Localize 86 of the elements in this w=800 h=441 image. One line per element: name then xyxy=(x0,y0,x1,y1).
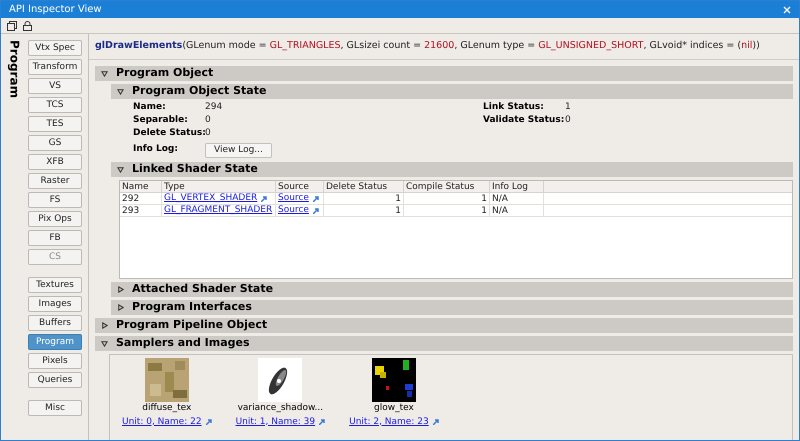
sidebar-button[interactable]: FB xyxy=(28,230,82,246)
sidebar-button[interactable]: FS xyxy=(28,192,82,208)
field-value: 0 xyxy=(565,114,571,128)
section-title: Program Object State xyxy=(132,83,266,100)
collapse-icon[interactable] xyxy=(101,70,108,77)
section-header[interactable]: Attached Shader State xyxy=(111,282,793,297)
texture-link[interactable]: Unit: 2, Name: 23 xyxy=(349,416,429,429)
texture-link[interactable]: Unit: 1, Name: 39 xyxy=(236,416,316,429)
field-label: Separable: xyxy=(133,114,189,128)
sidebar-button[interactable]: Vtx Spec xyxy=(28,40,82,56)
field-value: 0 xyxy=(205,127,211,140)
sidebar-button[interactable]: Queries xyxy=(28,372,82,388)
link-arrow-icon[interactable] xyxy=(206,419,212,426)
sidebar-heading: Program xyxy=(6,40,22,98)
collapse-icon[interactable] xyxy=(117,166,124,173)
column-header[interactable]: Type xyxy=(162,181,276,192)
section-title: Linked Shader State xyxy=(132,161,258,178)
link-arrow-icon[interactable] xyxy=(312,208,319,214)
sidebar-button[interactable]: Pixels xyxy=(28,353,82,369)
collapse-icon[interactable] xyxy=(117,88,124,95)
collapse-icon[interactable] xyxy=(101,340,108,347)
close-icon[interactable] xyxy=(783,6,791,14)
section-header[interactable]: Program Object xyxy=(95,66,793,81)
column-header[interactable]: Info Log xyxy=(490,181,544,192)
expand-icon[interactable] xyxy=(117,286,124,293)
texture-name: glow_tex xyxy=(374,402,414,415)
sidebar-button[interactable]: TCS xyxy=(28,97,82,113)
section-header[interactable]: Program Object State xyxy=(111,84,793,99)
link-arrow-icon[interactable] xyxy=(312,196,319,202)
sidebar-button[interactable]: Raster xyxy=(28,173,82,189)
texture-name: variance_shadow... xyxy=(238,402,324,415)
sidebar-button[interactable]: Textures xyxy=(28,277,82,293)
table-cell: 293 xyxy=(120,205,162,216)
texture-name: diffuse_tex xyxy=(142,402,192,415)
column-header[interactable]: Compile Status xyxy=(404,181,490,192)
field-label: Info Log: xyxy=(133,143,179,156)
link-arrow-icon[interactable] xyxy=(261,196,268,202)
api-call-signature: glDrawElements(GLenum mode = GL_TRIANGLES, GLsizei count = 21600, GLenum type = GL_UNSIGNED_SHORT, GLvoid* indices = (nil)) xyxy=(95,39,760,54)
sidebar-button[interactable]: Pix Ops xyxy=(28,211,82,227)
window-title: API Inspector View xyxy=(9,3,102,17)
section-header[interactable]: Program Pipeline Object xyxy=(95,318,793,333)
section-header[interactable]: Samplers and Images xyxy=(95,336,793,351)
table-cell: 1 xyxy=(324,205,404,216)
link-arrow-icon[interactable] xyxy=(432,419,439,426)
sidebar-button[interactable]: Misc xyxy=(28,400,82,416)
field-value: 294 xyxy=(205,101,222,114)
sidebar-button[interactable]: Buffers xyxy=(28,315,82,331)
expand-icon[interactable] xyxy=(101,322,108,329)
section-title: Samplers and Images xyxy=(116,335,250,352)
table-cell: N/A xyxy=(490,193,544,204)
section-title: Program Object xyxy=(116,65,214,82)
column-header[interactable]: Source xyxy=(276,181,324,192)
field-value: 1 xyxy=(565,101,571,114)
lock-icon[interactable] xyxy=(23,20,32,30)
field-label: Delete Status: xyxy=(133,127,205,140)
sidebar-button[interactable]: GS xyxy=(28,135,82,151)
shader-type-link[interactable]: GL_VERTEX_SHADER xyxy=(164,192,258,206)
texture-link[interactable]: Unit: 0, Name: 22 xyxy=(122,416,202,429)
sidebar-button[interactable]: Images xyxy=(28,296,82,312)
field-label: Link Status: xyxy=(483,101,545,114)
copy-icon[interactable] xyxy=(7,20,17,30)
column-header[interactable]: Name xyxy=(120,181,162,192)
field-value: 0 xyxy=(205,114,211,128)
shader-type-link[interactable]: GL_FRAGMENT_SHADER xyxy=(164,204,272,218)
sidebar-button[interactable]: VS xyxy=(28,78,82,94)
section-header[interactable]: Linked Shader State xyxy=(111,162,793,177)
table-cell: 292 xyxy=(120,193,162,204)
section-title: Attached Shader State xyxy=(132,281,274,298)
source-link[interactable]: Source xyxy=(278,192,309,206)
sidebar-button[interactable]: TES xyxy=(28,116,82,132)
table-cell: 1 xyxy=(324,193,404,204)
section-title: Program Pipeline Object xyxy=(116,317,268,334)
view-log-button[interactable]: View Log... xyxy=(205,142,272,158)
link-arrow-icon[interactable] xyxy=(319,419,326,426)
field-label: Validate Status: xyxy=(483,114,565,128)
table-cell: 1 xyxy=(404,193,490,204)
field-label: Name: xyxy=(133,101,167,114)
table-cell: 1 xyxy=(404,205,490,216)
sidebar-button[interactable]: XFB xyxy=(28,154,82,170)
section-header[interactable]: Program Interfaces xyxy=(111,300,793,315)
column-header[interactable]: Delete Status xyxy=(324,181,404,192)
table-cell: N/A xyxy=(490,205,544,216)
sidebar-button[interactable]: Transform xyxy=(28,59,82,75)
expand-icon[interactable] xyxy=(117,304,124,311)
source-link[interactable]: Source xyxy=(278,204,309,218)
section-title: Program Interfaces xyxy=(132,299,252,316)
